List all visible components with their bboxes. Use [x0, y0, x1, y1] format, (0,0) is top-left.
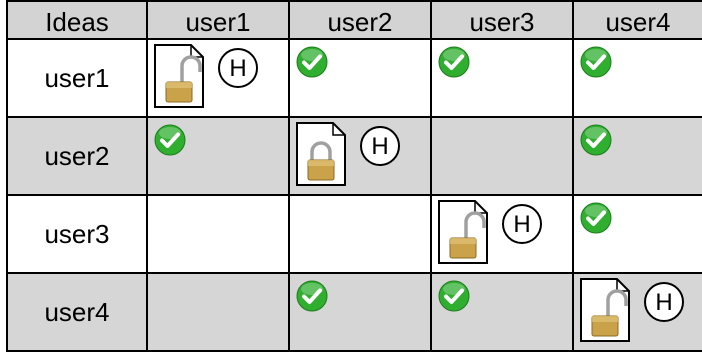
hidden-badge: H — [218, 48, 258, 88]
column-header-user4: user4 — [574, 0, 702, 40]
corner-header: Ideas — [6, 0, 148, 40]
matrix-cell — [432, 274, 574, 352]
matrix-cell — [290, 40, 432, 118]
row-label: user2 — [44, 140, 110, 171]
matrix-cell — [148, 196, 290, 274]
unlocked-document-icon — [438, 200, 488, 264]
matrix-cell — [432, 40, 574, 118]
row-header-user1: user1 — [6, 40, 148, 118]
matrix-cell — [574, 118, 702, 196]
row-header-user2: user2 — [6, 118, 148, 196]
check-icon — [296, 46, 328, 78]
unlocked-document-icon — [154, 44, 204, 108]
matrix-cell: H — [290, 118, 432, 196]
column-header-user1: user1 — [148, 0, 290, 40]
check-icon — [438, 46, 470, 78]
column-header-user3: user3 — [432, 0, 574, 40]
check-icon — [154, 124, 186, 156]
row-label: user3 — [44, 218, 110, 249]
matrix-cell — [290, 274, 432, 352]
hidden-badge: H — [502, 204, 542, 244]
matrix-cell — [148, 118, 290, 196]
check-icon — [580, 124, 612, 156]
row-header-user4: user4 — [6, 274, 148, 352]
check-icon — [580, 46, 612, 78]
hidden-badge: H — [360, 126, 400, 166]
matrix-cell — [574, 196, 702, 274]
check-icon — [296, 280, 328, 312]
matrix-cell: H — [574, 274, 702, 352]
unlocked-document-icon — [580, 278, 630, 342]
matrix-cell — [290, 196, 432, 274]
matrix-cell — [574, 40, 702, 118]
matrix-cell: H — [148, 40, 290, 118]
locked-document-icon — [296, 122, 346, 186]
check-icon — [438, 280, 470, 312]
matrix-cell: H — [432, 196, 574, 274]
check-icon — [580, 202, 612, 234]
matrix-cell — [432, 118, 574, 196]
row-label: user4 — [44, 296, 110, 327]
column-header-user2: user2 — [290, 0, 432, 40]
row-header-user3: user3 — [6, 196, 148, 274]
ideas-matrix: Ideas user1 user2 user3 user4 user1 Huser2 Huse… — [6, 0, 702, 352]
hidden-badge: H — [644, 282, 684, 322]
matrix-cell — [148, 274, 290, 352]
row-label: user1 — [44, 62, 110, 93]
